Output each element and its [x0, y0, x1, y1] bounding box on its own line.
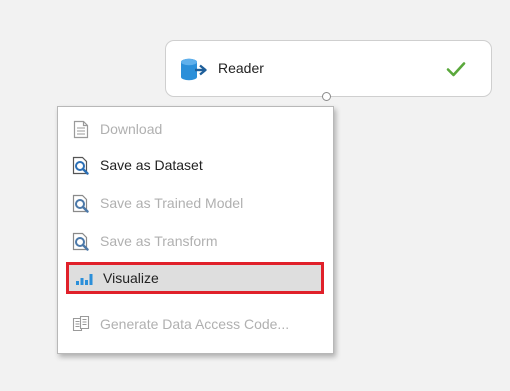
menu-item-label: Save as Trained Model [100, 195, 244, 211]
reader-module[interactable]: Reader [165, 40, 492, 97]
document-icon [70, 119, 92, 139]
menu-item-label: Visualize [103, 270, 159, 286]
checkmark-icon [446, 60, 466, 78]
menu-item-label: Save as Dataset [100, 157, 203, 173]
menu-item-save-as-trained-model[interactable]: Save as Trained Model [66, 187, 324, 219]
menu-item-save-as-dataset[interactable]: Save as Dataset [66, 149, 324, 181]
menu-item-download[interactable]: Download [66, 113, 324, 145]
menu-item-visualize[interactable]: Visualize [66, 262, 324, 294]
save-transform-icon [70, 231, 92, 251]
save-dataset-icon [70, 155, 92, 175]
module-title: Reader [218, 60, 264, 76]
menu-item-label: Download [100, 121, 163, 137]
context-menu: Download Save as Dataset Save as Trained… [57, 106, 334, 354]
menu-item-save-as-transform[interactable]: Save as Transform [66, 225, 324, 257]
code-copy-icon [70, 314, 92, 334]
output-port[interactable] [322, 92, 331, 101]
menu-item-label: Generate Data Access Code... [100, 316, 290, 332]
menu-item-generate-data-access-code[interactable]: Generate Data Access Code... [66, 308, 324, 340]
experiment-canvas[interactable]: Reader Download Save as Dataset Save as … [0, 0, 510, 391]
menu-item-label: Save as Transform [100, 233, 218, 249]
database-export-icon [180, 57, 210, 83]
save-model-icon [70, 193, 92, 213]
bar-chart-icon [73, 268, 95, 288]
